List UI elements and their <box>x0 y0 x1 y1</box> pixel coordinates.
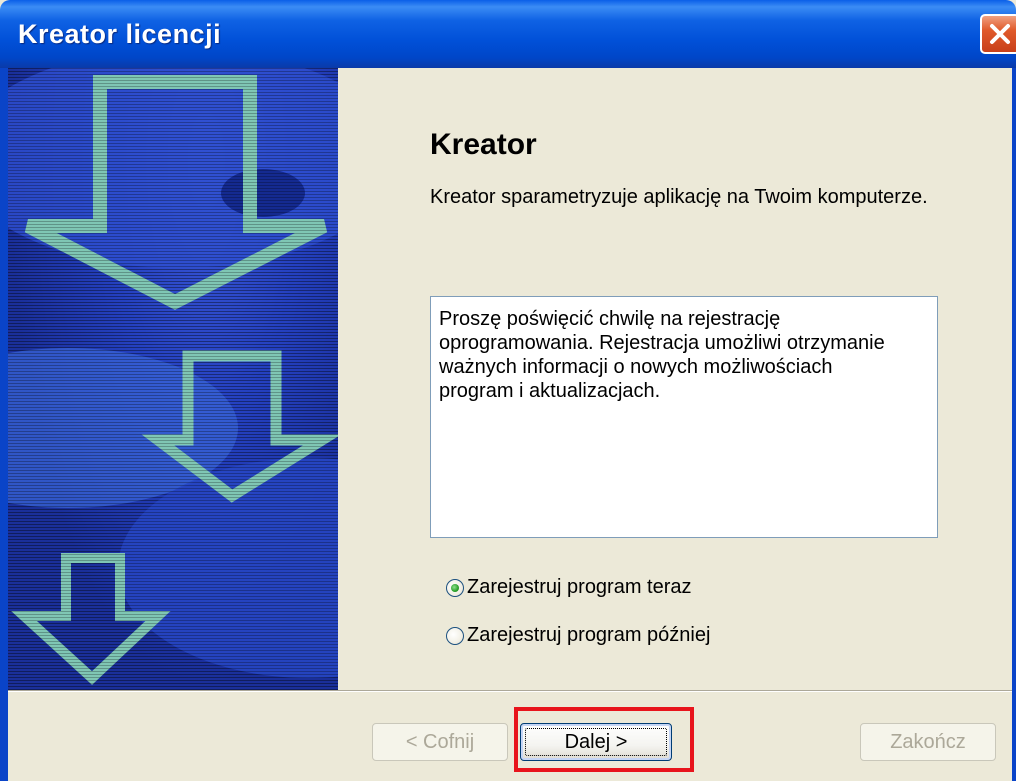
radio-register-later[interactable]: Zarejestruj program później <box>446 624 710 647</box>
info-line: oprogramowania. Rejestracja umożliwi otr… <box>439 332 885 354</box>
next-button-highlight <box>514 707 694 772</box>
wizard-window: Kreator licencji Kreator Kreator sparame… <box>0 0 1016 781</box>
window-frame-right <box>1012 68 1016 781</box>
radio-register-later-label: Zarejestruj program później <box>467 624 711 646</box>
close-button[interactable] <box>980 14 1016 54</box>
window-frame-left <box>0 68 8 781</box>
info-line: program i aktualizacjach. <box>439 380 661 402</box>
wizard-banner-image <box>8 68 338 690</box>
back-button[interactable]: < Cofnij <box>372 723 508 761</box>
radio-register-now-label: Zarejestruj program teraz <box>467 576 692 598</box>
banner-graphic <box>8 68 338 690</box>
radio-unchecked-icon[interactable] <box>446 626 464 645</box>
finish-button[interactable]: Zakończ <box>860 723 996 761</box>
title-bar[interactable]: Kreator licencji <box>0 0 1016 68</box>
registration-info-box: Proszę poświęcić chwilę na rejestrację o… <box>430 296 938 538</box>
info-line: Proszę poświęcić chwilę na rejestrację <box>439 308 781 330</box>
page-heading: Kreator <box>430 128 537 161</box>
window-title: Kreator licencji <box>18 19 222 49</box>
info-line: ważnych informacji o nowych możliwościac… <box>439 356 833 378</box>
page-subtitle: Kreator sparametryzuje aplikację na Twoi… <box>430 186 928 208</box>
wizard-footer: < Cofnij Dalej > Zakończ <box>8 692 1012 781</box>
radio-register-now[interactable]: Zarejestruj program teraz <box>446 576 692 599</box>
close-icon <box>990 24 1010 44</box>
radio-checked-icon[interactable] <box>446 578 464 597</box>
wizard-content: Kreator Kreator sparametryzuje aplikację… <box>338 68 1012 690</box>
